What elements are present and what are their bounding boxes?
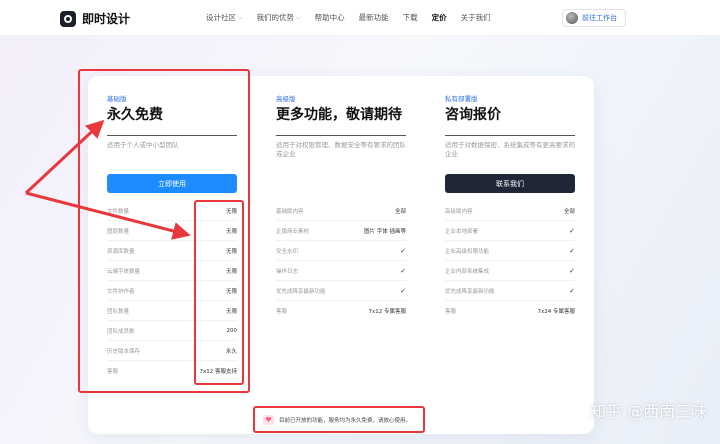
plan-tag: 高级版 [276, 95, 296, 103]
feature-row: 正版商业素材 图片 字体 插画等 [276, 221, 406, 241]
notice-text: 目前已开放的功能，服务均为永久免费，请放心使用。 [279, 417, 412, 424]
contact-us-button[interactable]: 联系我们 [445, 174, 575, 193]
plan-tag: 私有部署版 [445, 95, 478, 103]
nav-label: 关于我们 [460, 13, 491, 22]
check-icon: ✓ [400, 286, 406, 295]
logo[interactable]: 即时设计 [60, 10, 130, 27]
check-icon: ✓ [569, 286, 575, 295]
feature-label: 高级版内容 [445, 208, 473, 215]
feature-row: 安全水印 ✓ [276, 241, 406, 261]
free-notice-banner: ♥ 目前已开放的功能，服务均为永久免费，请放心使用。 [253, 406, 425, 433]
plan-description: 适用于对数据保密、系统集成等有更高要求的企业 [445, 141, 575, 158]
feature-label: 优先成降享最新功能 [276, 288, 326, 295]
workspace-button-label: 前往工作台 [582, 14, 617, 22]
check-icon: ✓ [569, 246, 575, 255]
logo-icon [60, 10, 76, 27]
avatar [566, 12, 578, 24]
feature-label: 正版商业素材 [276, 228, 310, 235]
feature-row: 客服 7x12 专属客服 [276, 301, 406, 321]
feature-row: 企业内部系统集成 ✓ [445, 261, 575, 281]
feature-label: 企业高级权限功能 [445, 248, 490, 255]
feature-value: 全部 [563, 208, 575, 215]
nav-label: 定价 [431, 13, 447, 22]
nav-item-download[interactable]: 下载 [403, 12, 418, 23]
feature-label: 客服 [445, 309, 457, 315]
nav-item-advantages[interactable]: 我们的优势 ⌵ [257, 12, 301, 23]
plan-title: 更多功能，敬请期待 [276, 107, 402, 123]
main-nav: 设计社区 ⌵ 我们的优势 ⌵ 帮助中心 最新功能 下载 定价 关于我们 [206, 12, 491, 23]
annotation-box-values [194, 200, 244, 385]
feature-label: 客服 [276, 309, 288, 315]
feature-label: 基础版内容 [276, 208, 304, 215]
divider [445, 135, 575, 136]
nav-item-help[interactable]: 帮助中心 [315, 12, 345, 23]
nav-label: 设计社区 [206, 13, 236, 22]
nav-item-about[interactable]: 关于我们 [461, 12, 491, 23]
feature-row: 基础版内容 全部 [276, 201, 406, 221]
nav-label: 帮助中心 [314, 13, 345, 22]
top-nav-bar: 即时设计 设计社区 ⌵ 我们的优势 ⌵ 帮助中心 最新功能 下载 定价 关于我们… [0, 0, 720, 36]
feature-row: 客服 7x24 专属客服 [445, 301, 575, 321]
feature-label: 企业本地部署 [445, 228, 479, 235]
feature-row: 操作日志 ✓ [276, 261, 406, 281]
nav-label: 最新功能 [358, 13, 389, 22]
divider [276, 135, 406, 136]
feature-label: 优先成降享最新功能 [445, 288, 495, 295]
check-icon: ✓ [569, 226, 575, 235]
watermark: 知乎 @西南三味 [590, 402, 708, 421]
feature-row: 企业高级权限功能 ✓ [445, 241, 575, 261]
feature-value: 7x12 专属客服 [368, 309, 406, 315]
feature-label: 操作日志 [276, 268, 299, 275]
logo-text: 即时设计 [82, 12, 131, 26]
nav-label: 我们的优势 [256, 13, 295, 22]
feature-row: 优先成降享最新功能 ✓ [276, 281, 406, 301]
plan-description: 适用于对权限管理、数据安全等有要求的团队或企业 [276, 141, 406, 158]
nav-label: 下载 [402, 13, 418, 22]
feature-value: 图片 字体 插画等 [364, 228, 406, 235]
check-icon: ✓ [400, 246, 406, 255]
nav-item-pricing[interactable]: 定价 [432, 12, 447, 23]
chevron-down-icon: ⌵ [238, 13, 243, 21]
feature-value: 全部 [394, 208, 406, 215]
nav-item-community[interactable]: 设计社区 ⌵ [206, 12, 243, 23]
check-icon: ✓ [569, 266, 575, 275]
feature-row: 优先成降享最新功能 ✓ [445, 281, 575, 301]
heart-icon: ♥ [263, 414, 274, 425]
workspace-button[interactable]: 前往工作台 [562, 9, 626, 27]
chevron-down-icon: ⌵ [296, 13, 301, 21]
nav-item-new-features[interactable]: 最新功能 [359, 12, 389, 23]
feature-row: 高级版内容 全部 [445, 201, 575, 221]
feature-label: 企业内部系统集成 [445, 268, 490, 275]
plan-title: 咨询报价 [445, 107, 501, 123]
feature-row: 企业本地部署 ✓ [445, 221, 575, 241]
feature-label: 安全水印 [276, 248, 299, 255]
feature-value: 7x24 专属客服 [537, 309, 575, 315]
check-icon: ✓ [400, 266, 406, 275]
